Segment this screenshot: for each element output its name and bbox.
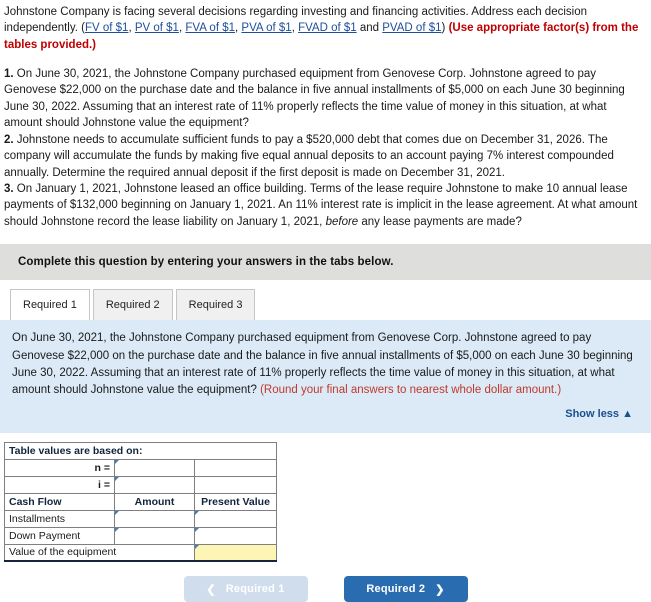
intro-sep-5: ) <box>441 22 446 35</box>
problem-3-italic-before: before <box>325 215 359 228</box>
i-blank-cell <box>194 475 277 494</box>
cell-corner-marker-icon <box>195 527 199 532</box>
cell-corner-marker-icon <box>115 476 119 481</box>
table-row-i: i = <box>4 475 277 494</box>
total-label-cell: Value of the equipment <box>4 543 195 563</box>
problem-item-2: 2. Johnstone needs to accumulate suffici… <box>4 132 643 181</box>
table-row: Installments <box>4 509 277 528</box>
link-fv-of-1[interactable]: FV of $1 <box>85 22 128 34</box>
cell-corner-marker-icon <box>115 459 119 464</box>
n-blank-cell <box>194 458 277 477</box>
answer-table-wrap: Table values are based on: n = i = Cash … <box>0 441 651 563</box>
n-input-cell[interactable] <box>114 458 195 477</box>
problem-1-text: On June 30, 2021, the Johnstone Company … <box>4 67 625 130</box>
problem-3-text-before: On January 1, 2021, Johnstone leased an … <box>4 183 638 228</box>
show-less-row: Show less ▲ <box>12 406 637 423</box>
header-present-value: Present Value <box>194 492 277 511</box>
n-label-cell: n = <box>4 458 115 477</box>
cell-corner-marker-icon <box>195 544 199 549</box>
chevron-left-icon: ❮ <box>206 583 216 596</box>
table-row-n: n = <box>4 458 277 477</box>
cell-corner-marker-icon <box>115 510 119 515</box>
installments-amount-input[interactable] <box>114 509 195 528</box>
intro-paragraph: Johnstone Company is facing several deci… <box>0 0 651 53</box>
tab-required-3[interactable]: Required 3 <box>175 289 256 321</box>
answer-table: Table values are based on: n = i = Cash … <box>4 441 277 563</box>
requirement-panel: On June 30, 2021, the Johnstone Company … <box>0 320 651 433</box>
requirement-nav: ❮ Required 1 Required 2 ❯ <box>0 576 651 602</box>
down-payment-amount-input[interactable] <box>114 526 195 545</box>
instruction-bar: Complete this question by entering your … <box>0 244 651 281</box>
intro-sep-4: and <box>356 22 383 35</box>
requirement-tabs: Required 1 Required 2 Required 3 <box>0 285 651 321</box>
instruction-bar-text: Complete this question by entering your … <box>18 256 394 269</box>
link-fva-of-1[interactable]: FVA of $1 <box>185 22 235 34</box>
table-row-caption: Table values are based on: <box>4 441 277 460</box>
link-pva-of-1[interactable]: PVA of $1 <box>241 22 291 34</box>
i-input-cell[interactable] <box>114 475 195 494</box>
table-caption-cell: Table values are based on: <box>4 441 277 460</box>
row-label-down-payment: Down Payment <box>4 526 115 545</box>
problem-2-text: Johnstone needs to accumulate sufficient… <box>4 133 614 179</box>
header-amount: Amount <box>114 492 195 511</box>
link-pv-of-1[interactable]: PV of $1 <box>135 22 179 34</box>
table-total-row: Value of the equipment <box>4 543 277 563</box>
chevron-right-icon: ❯ <box>435 583 445 596</box>
question-page: Johnstone Company is facing several deci… <box>0 0 651 602</box>
problem-1-number: 1. <box>4 67 14 80</box>
next-required-label: Required 2 <box>366 583 426 596</box>
show-less-toggle[interactable]: Show less ▲ <box>565 408 633 420</box>
cell-corner-marker-icon <box>115 527 119 532</box>
problem-item-3: 3. On January 1, 2021, Johnstone leased … <box>4 181 643 230</box>
header-cash-flow: Cash Flow <box>4 492 115 511</box>
next-required-button[interactable]: Required 2 ❯ <box>343 576 468 602</box>
tab-required-2[interactable]: Required 2 <box>92 289 173 321</box>
installments-present-value-input[interactable] <box>194 509 277 528</box>
down-payment-present-value-input[interactable] <box>194 526 277 545</box>
prev-required-button[interactable]: ❮ Required 1 <box>183 576 308 602</box>
row-label-installments: Installments <box>4 509 115 528</box>
problem-2-number: 2. <box>4 133 14 146</box>
prev-required-label: Required 1 <box>225 583 285 596</box>
panel-question-text: On June 30, 2021, the Johnstone Company … <box>12 330 637 399</box>
link-pvad-of-1[interactable]: PVAD of $1 <box>382 22 441 34</box>
table-row: Down Payment <box>4 526 277 545</box>
table-header-row: Cash Flow Amount Present Value <box>4 492 277 511</box>
total-value-input[interactable] <box>194 543 277 563</box>
problem-3-number: 3. <box>4 183 14 196</box>
tab-required-1[interactable]: Required 1 <box>10 289 90 321</box>
panel-rounding-note: (Round your final answers to nearest who… <box>260 384 562 397</box>
problem-list: 1. On June 30, 2021, the Johnstone Compa… <box>0 66 651 230</box>
cell-corner-marker-icon <box>195 510 199 515</box>
problem-item-1: 1. On June 30, 2021, the Johnstone Compa… <box>4 66 643 132</box>
link-fvad-of-1[interactable]: FVAD of $1 <box>298 22 357 34</box>
i-label-cell: i = <box>4 475 115 494</box>
problem-3-text-after: any lease payments are made? <box>358 215 522 228</box>
